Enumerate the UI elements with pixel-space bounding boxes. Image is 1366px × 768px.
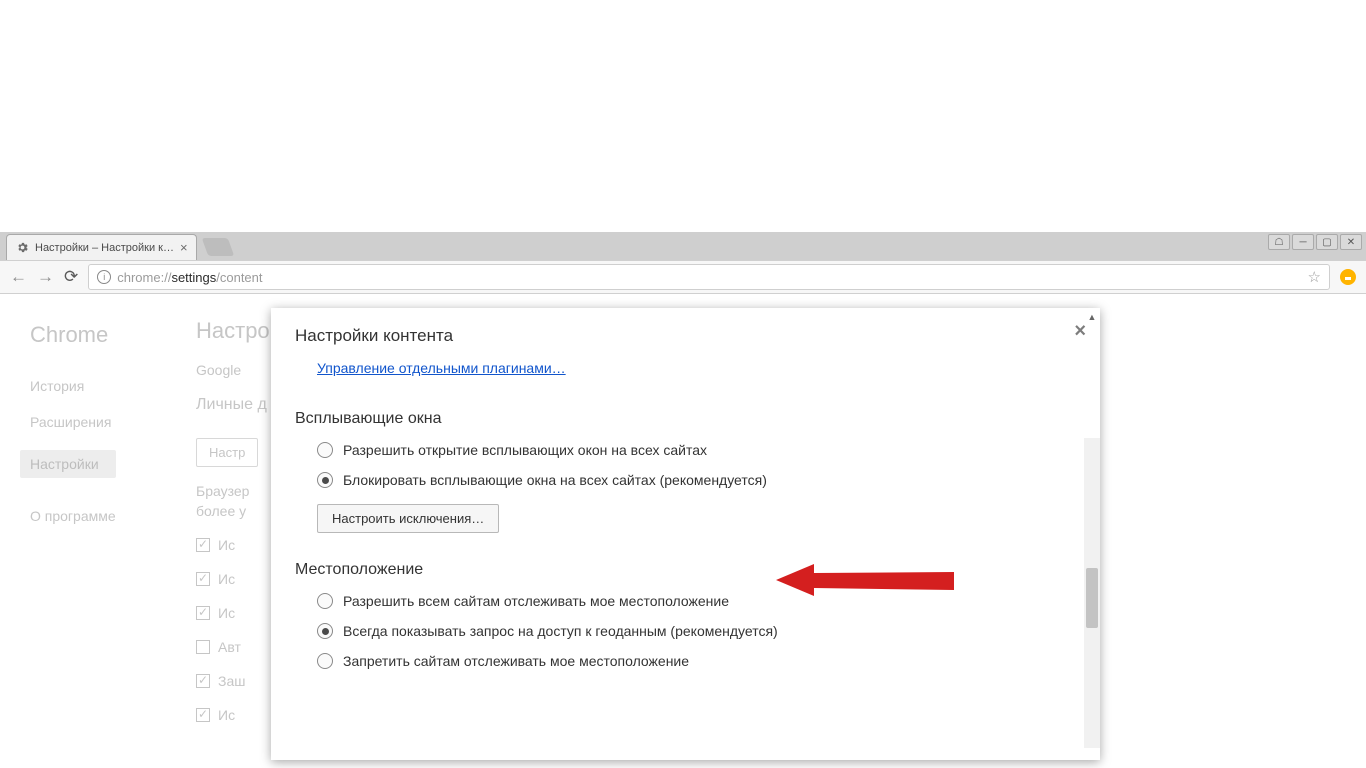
toolbar: ← → ⟳ i chrome://settings/content ☆: [0, 260, 1366, 294]
omnibox[interactable]: i chrome://settings/content ☆: [88, 264, 1330, 290]
tab-strip: Настройки – Настройки к… × ☖ ─ ▢ ✕: [0, 232, 1366, 260]
close-window-button[interactable]: ✕: [1340, 234, 1362, 250]
radio-icon[interactable]: [317, 653, 333, 669]
popup-block-row[interactable]: Блокировать всплывающие окна на всех сай…: [317, 472, 1076, 488]
modal-scrollbar[interactable]: ▲: [1084, 438, 1100, 748]
manage-plugins-link[interactable]: Управление отдельными плагинами…: [317, 360, 566, 376]
modal-title: Настройки контента: [295, 326, 1076, 346]
content-settings-modal: × Настройки контента Управление отдельны…: [271, 308, 1100, 760]
user-icon[interactable]: ☖: [1268, 234, 1290, 250]
radio-icon[interactable]: [317, 442, 333, 458]
maximize-button[interactable]: ▢: [1316, 234, 1338, 250]
scroll-thumb[interactable]: [1086, 568, 1098, 628]
url-scheme: chrome://: [117, 270, 171, 285]
scroll-up-icon[interactable]: ▲: [1087, 312, 1097, 322]
bookmark-star-icon[interactable]: ☆: [1308, 268, 1321, 286]
popup-exceptions-button[interactable]: Настроить исключения…: [317, 504, 499, 533]
url-path: /content: [216, 270, 262, 285]
url-host: settings: [171, 270, 216, 285]
forward-button: →: [37, 267, 54, 287]
blank-top-region: [0, 0, 1366, 232]
location-deny-label: Запретить сайтам отслеживать мое местопо…: [343, 653, 689, 669]
modal-close-button[interactable]: ×: [1074, 320, 1086, 343]
location-allow-label: Разрешить всем сайтам отслеживать мое ме…: [343, 593, 729, 609]
window-controls: ☖ ─ ▢ ✕: [1268, 234, 1362, 250]
popup-block-label: Блокировать всплывающие окна на всех сай…: [343, 472, 767, 488]
section-popups-title: Всплывающие окна: [295, 410, 1076, 428]
back-button[interactable]: ←: [10, 267, 27, 287]
modal-overlay: × Настройки контента Управление отдельны…: [0, 294, 1366, 760]
minimize-button[interactable]: ─: [1292, 234, 1314, 250]
location-deny-row[interactable]: Запретить сайтам отслеживать мое местопо…: [317, 653, 1076, 669]
close-tab-icon[interactable]: ×: [180, 240, 188, 255]
gear-icon: [15, 241, 29, 255]
page: Chrome История Расширения Настройки О пр…: [0, 294, 1366, 760]
site-info-icon[interactable]: i: [97, 270, 111, 284]
reload-button[interactable]: ⟳: [64, 267, 78, 287]
popup-allow-label: Разрешить открытие всплывающих окон на в…: [343, 442, 707, 458]
modal-body: Настройки контента Управление отдельными…: [271, 308, 1100, 760]
popup-allow-row[interactable]: Разрешить открытие всплывающих окон на в…: [317, 442, 1076, 458]
radio-icon[interactable]: [317, 472, 333, 488]
browser-tab[interactable]: Настройки – Настройки к… ×: [6, 234, 197, 260]
location-ask-label: Всегда показывать запрос на доступ к гео…: [343, 623, 778, 639]
tab-title: Настройки – Настройки к…: [35, 242, 174, 254]
location-ask-row[interactable]: Всегда показывать запрос на доступ к гео…: [317, 623, 1076, 639]
radio-icon[interactable]: [317, 623, 333, 639]
section-location-title: Местоположение: [295, 561, 1076, 579]
extension-icon[interactable]: [1340, 269, 1356, 285]
radio-icon[interactable]: [317, 593, 333, 609]
new-tab-button[interactable]: [201, 238, 234, 256]
location-allow-row[interactable]: Разрешить всем сайтам отслеживать мое ме…: [317, 593, 1076, 609]
